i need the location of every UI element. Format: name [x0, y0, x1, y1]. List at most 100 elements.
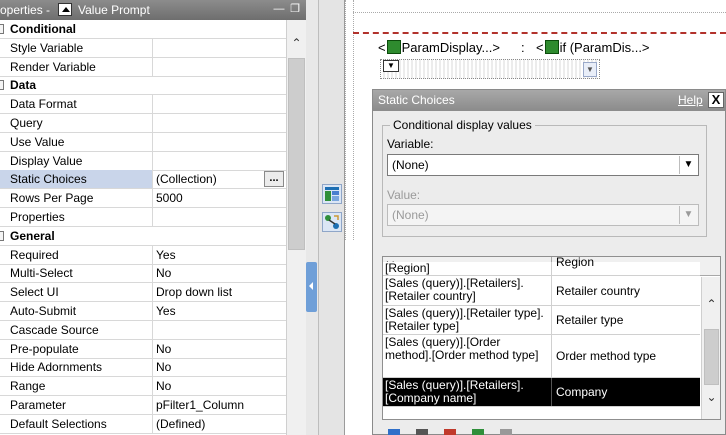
- property-value[interactable]: [154, 95, 286, 113]
- help-link[interactable]: Help: [678, 90, 703, 111]
- property-label: Select UI: [0, 283, 153, 302]
- property-value[interactable]: [154, 208, 286, 226]
- property-row[interactable]: Render Variable: [0, 57, 286, 77]
- chevron-down-icon[interactable]: ▼: [583, 62, 597, 77]
- property-label: Hide Adornments: [0, 358, 153, 377]
- use-cell: [Sales (query)].[Order method].[Order me…: [383, 335, 552, 377]
- property-row[interactable]: Data Format: [0, 95, 286, 115]
- property-value[interactable]: Yes: [154, 246, 286, 264]
- property-row[interactable]: Range No: [0, 377, 286, 397]
- value-label: Value:: [387, 188, 421, 202]
- move-down-icon[interactable]: [500, 429, 512, 435]
- property-section[interactable]: Data: [0, 76, 286, 96]
- properties-title-bar: roperties - Value Prompt — ❐: [0, 0, 306, 20]
- chevron-down-icon[interactable]: ▼: [679, 156, 697, 174]
- move-up-icon[interactable]: [472, 429, 484, 435]
- property-label: Cascade Source: [0, 320, 153, 339]
- property-row[interactable]: Multi-Select No: [0, 264, 286, 284]
- chevron-down-icon: ▼: [679, 206, 697, 224]
- table-scrollbar[interactable]: ⌃ ⌄: [701, 277, 720, 419]
- use-cell: [Sales (query)].[Retailers].[Company nam…: [383, 378, 552, 406]
- property-value[interactable]: Drop down list: [154, 283, 286, 301]
- property-value[interactable]: No: [154, 340, 286, 358]
- variable-select[interactable]: (None) ▼: [387, 154, 699, 176]
- chevron-up-icon[interactable]: ⌃: [287, 36, 306, 56]
- minimize-icon[interactable]: —: [272, 2, 286, 16]
- property-row[interactable]: Properties: [0, 208, 286, 227]
- guide-line: [353, 12, 726, 13]
- property-value[interactable]: [154, 39, 286, 57]
- delete-icon[interactable]: [416, 429, 428, 435]
- chevron-down-icon[interactable]: ⌄: [702, 390, 720, 404]
- property-value[interactable]: [154, 133, 286, 151]
- property-row[interactable]: Select UI Drop down list: [0, 283, 286, 303]
- properties-pane: roperties - Value Prompt — ❐ Conditional…: [0, 0, 306, 435]
- close-icon[interactable]: X: [708, 92, 724, 108]
- guide-line: [353, 0, 354, 240]
- insertable-objects-icon[interactable]: [322, 184, 342, 204]
- property-row[interactable]: Style Variable: [0, 38, 286, 58]
- ellipsis-button[interactable]: ...: [264, 171, 284, 188]
- property-row[interactable]: Display Value: [0, 151, 286, 171]
- property-row[interactable]: Query: [0, 114, 286, 133]
- property-value[interactable]: [154, 58, 286, 76]
- property-value[interactable]: No: [154, 377, 286, 395]
- property-label: Required: [0, 245, 153, 264]
- property-value[interactable]: (Defined): [154, 415, 286, 433]
- property-section[interactable]: General: [0, 227, 286, 246]
- properties-scrollbar[interactable]: ⌃: [286, 20, 306, 435]
- properties-object-name: Value Prompt: [78, 3, 150, 17]
- property-row[interactable]: Cascade Source: [0, 320, 286, 340]
- property-value[interactable]: Yes: [154, 302, 286, 320]
- property-value[interactable]: [154, 152, 286, 170]
- property-row[interactable]: Rows Per Page 5000: [0, 189, 286, 209]
- table-row[interactable]: [Sales (query)].[Retailer type].[Retaile…: [383, 306, 700, 335]
- property-label: Render Variable: [0, 57, 153, 76]
- property-label: Query: [0, 114, 153, 132]
- property-value[interactable]: No: [154, 264, 286, 282]
- scrollbar-thumb[interactable]: [704, 329, 719, 385]
- properties-title: roperties -: [0, 3, 51, 17]
- property-label: Rows Per Page: [0, 189, 153, 208]
- property-value[interactable]: [154, 114, 286, 132]
- property-row[interactable]: Required Yes: [0, 245, 286, 265]
- value-prompt-control[interactable]: ▼ ▼: [380, 59, 600, 79]
- property-value[interactable]: pFilter1_Column: [154, 396, 286, 414]
- layout-calculation-icon: [544, 40, 559, 54]
- table-row[interactable]: [Region] Region: [383, 257, 700, 276]
- property-row[interactable]: Parameter pFilter1_Column: [0, 396, 286, 415]
- property-row[interactable]: Pre-populate No: [0, 339, 286, 359]
- tool-strip: [318, 0, 345, 435]
- param-display-token[interactable]: < ParamDisplay...>: [378, 39, 500, 57]
- property-row[interactable]: Default Selections (Defined): [0, 414, 286, 434]
- token-label: if (ParamDis...>: [559, 40, 650, 55]
- scrollbar-thumb[interactable]: [288, 58, 305, 250]
- variable-label: Variable:: [387, 137, 434, 151]
- add-icon[interactable]: [388, 429, 400, 435]
- edit-icon[interactable]: [444, 429, 456, 435]
- property-label: Data: [10, 78, 37, 93]
- property-value[interactable]: 5000: [154, 189, 286, 207]
- property-row[interactable]: Use Value: [0, 132, 286, 152]
- property-row[interactable]: Hide Adornments No: [0, 358, 286, 378]
- conditional-token[interactable]: < if (ParamDis...>: [536, 39, 650, 57]
- table-row[interactable]: [Sales (query)].[Retailers].[Company nam…: [383, 378, 700, 407]
- property-row[interactable]: Auto-Submit Yes: [0, 302, 286, 321]
- display-cell: Retailer country: [556, 283, 641, 298]
- collapse-handle[interactable]: [306, 262, 317, 312]
- use-cell: [Sales (query)].[Retailers].[Retailer co…: [383, 276, 552, 305]
- restore-icon[interactable]: ❐: [288, 2, 302, 16]
- table-row[interactable]: [Sales (query)].[Retailers].[Retailer co…: [383, 276, 700, 306]
- property-row[interactable]: Static Choices (Collection)...: [0, 170, 286, 190]
- data-items-icon[interactable]: [322, 212, 342, 232]
- property-value[interactable]: No: [154, 358, 286, 376]
- property-label: Multi-Select: [0, 264, 153, 283]
- table-row[interactable]: [Sales (query)].[Order method].[Order me…: [383, 335, 700, 378]
- chevron-up-icon[interactable]: ⌃: [702, 297, 720, 311]
- property-label: Parameter: [0, 396, 153, 414]
- pane-splitter[interactable]: [306, 0, 318, 435]
- property-value[interactable]: [154, 321, 286, 339]
- property-label: Pre-populate: [0, 339, 153, 358]
- property-label: Style Variable: [0, 38, 153, 57]
- property-section[interactable]: Conditional: [0, 20, 286, 39]
